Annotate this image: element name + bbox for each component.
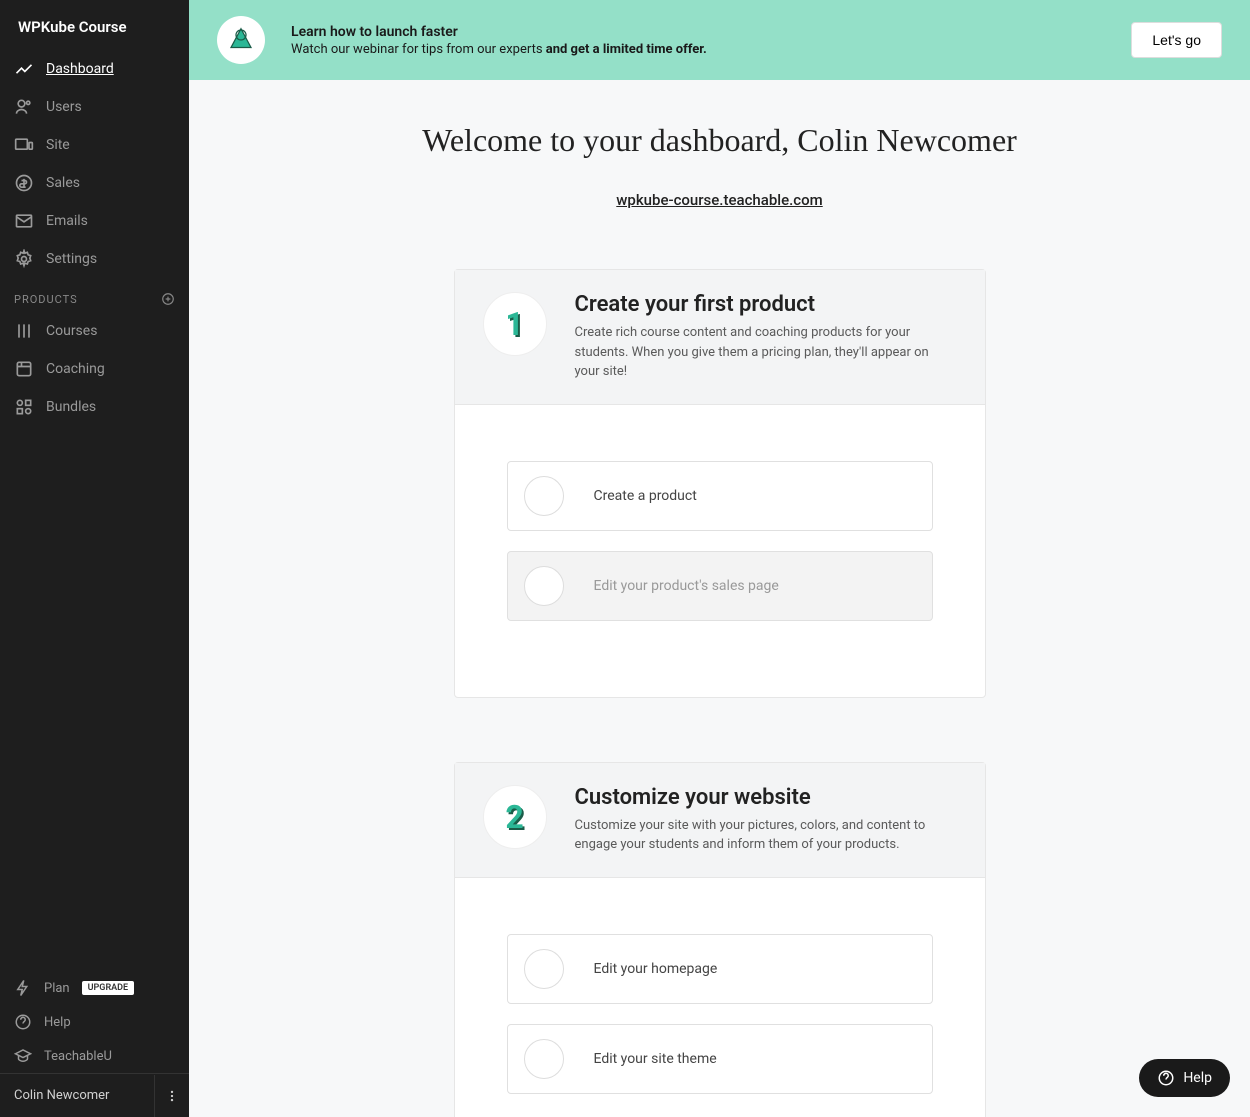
emails-icon	[14, 211, 34, 231]
plan-label: Plan	[44, 981, 70, 996]
step-number-badge: 1	[483, 292, 547, 356]
dots-vertical-icon	[165, 1089, 179, 1103]
nav-label: Settings	[46, 251, 97, 267]
user-menu-trigger[interactable]	[154, 1075, 189, 1117]
task-create-product[interactable]: Create a product	[507, 461, 933, 531]
step-2-card: 2 Customize your website Customize your …	[454, 762, 986, 1117]
nav-label: Users	[46, 99, 82, 115]
task-status-icon	[524, 476, 564, 516]
promo-text: Learn how to launch faster Watch our web…	[291, 24, 1131, 57]
plus-circle-icon[interactable]	[161, 292, 175, 306]
site-title: WPKube Course	[0, 0, 189, 50]
main-content: Learn how to launch faster Watch our web…	[189, 0, 1250, 1117]
products-heading: PRODUCTS	[0, 278, 189, 312]
step-number-badge: 2	[483, 785, 547, 849]
user-bar: Colin Newcomer	[0, 1073, 189, 1117]
sidebar: WPKube Course Dashboard Users Site Sales…	[0, 0, 189, 1117]
help-label: Help	[44, 1015, 71, 1030]
step-1-card: 1 Create your first product Create rich …	[454, 269, 986, 698]
nav-label: Emails	[46, 213, 88, 229]
nav-label: Coaching	[46, 361, 105, 377]
courses-icon	[14, 321, 34, 341]
nav-label: Bundles	[46, 399, 96, 415]
sidebar-item-site[interactable]: Site	[0, 126, 189, 164]
sidebar-item-users[interactable]: Users	[0, 88, 189, 126]
sidebar-item-bundles[interactable]: Bundles	[0, 388, 189, 426]
sidebar-item-emails[interactable]: Emails	[0, 202, 189, 240]
card-description: Create rich course content and coaching …	[575, 323, 957, 382]
task-status-icon	[524, 1039, 564, 1079]
sidebar-item-sales[interactable]: Sales	[0, 164, 189, 202]
card-description: Customize your site with your pictures, …	[575, 816, 957, 855]
promo-banner: Learn how to launch faster Watch our web…	[189, 0, 1250, 80]
sidebar-item-coaching[interactable]: Coaching	[0, 350, 189, 388]
onboarding-steps: 1 Create your first product Create rich …	[189, 209, 1250, 1117]
nav-label: Courses	[46, 323, 97, 339]
sidebar-item-courses[interactable]: Courses	[0, 312, 189, 350]
task-list: Edit your homepage Edit your site theme	[455, 878, 985, 1117]
products-heading-label: PRODUCTS	[14, 293, 78, 306]
mortarboard-icon	[14, 1047, 32, 1065]
help-widget-button[interactable]: Help	[1139, 1059, 1230, 1097]
task-edit-sales-page: Edit your product's sales page	[507, 551, 933, 621]
teachableu-label: TeachableU	[44, 1049, 112, 1064]
sidebar-item-plan[interactable]: Plan UPGRADE	[0, 971, 189, 1005]
nav-label: Sales	[46, 175, 80, 191]
bundles-icon	[14, 397, 34, 417]
help-icon	[14, 1013, 32, 1031]
bolt-icon	[14, 979, 32, 997]
promo-title: Learn how to launch faster	[291, 24, 1131, 40]
task-label: Create a product	[594, 488, 697, 504]
welcome-title: Welcome to your dashboard, Colin Newcome…	[189, 122, 1250, 159]
task-list: Create a product Edit your product's sal…	[455, 405, 985, 697]
site-icon	[14, 135, 34, 155]
user-name: Colin Newcomer	[14, 1088, 109, 1103]
card-title: Customize your website	[575, 785, 957, 810]
sidebar-item-dashboard[interactable]: Dashboard	[0, 50, 189, 88]
sidebar-item-teachableu[interactable]: TeachableU	[0, 1039, 189, 1073]
promo-subtitle: Watch our webinar for tips from our expe…	[291, 42, 1131, 57]
sidebar-item-settings[interactable]: Settings	[0, 240, 189, 278]
card-title: Create your first product	[575, 292, 957, 317]
task-edit-homepage[interactable]: Edit your homepage	[507, 934, 933, 1004]
upgrade-badge[interactable]: UPGRADE	[82, 981, 134, 995]
task-status-icon	[524, 949, 564, 989]
task-label: Edit your site theme	[594, 1051, 717, 1067]
nav-label: Dashboard	[46, 61, 114, 77]
users-icon	[14, 97, 34, 117]
coaching-icon	[14, 359, 34, 379]
card-header: 1 Create your first product Create rich …	[455, 270, 985, 405]
nav-label: Site	[46, 137, 70, 153]
task-label: Edit your product's sales page	[594, 578, 779, 594]
settings-icon	[14, 249, 34, 269]
task-edit-theme[interactable]: Edit your site theme	[507, 1024, 933, 1094]
help-icon	[1157, 1069, 1175, 1087]
site-url-link[interactable]: wpkube-course.teachable.com	[616, 191, 822, 209]
help-widget-label: Help	[1183, 1070, 1212, 1086]
promo-icon	[217, 16, 265, 64]
lets-go-button[interactable]: Let's go	[1131, 22, 1222, 58]
welcome-section: Welcome to your dashboard, Colin Newcome…	[189, 80, 1250, 209]
task-status-icon	[524, 566, 564, 606]
card-header: 2 Customize your website Customize your …	[455, 763, 985, 878]
chart-icon	[14, 59, 34, 79]
sales-icon	[14, 173, 34, 193]
task-label: Edit your homepage	[594, 961, 718, 977]
sidebar-item-help[interactable]: Help	[0, 1005, 189, 1039]
